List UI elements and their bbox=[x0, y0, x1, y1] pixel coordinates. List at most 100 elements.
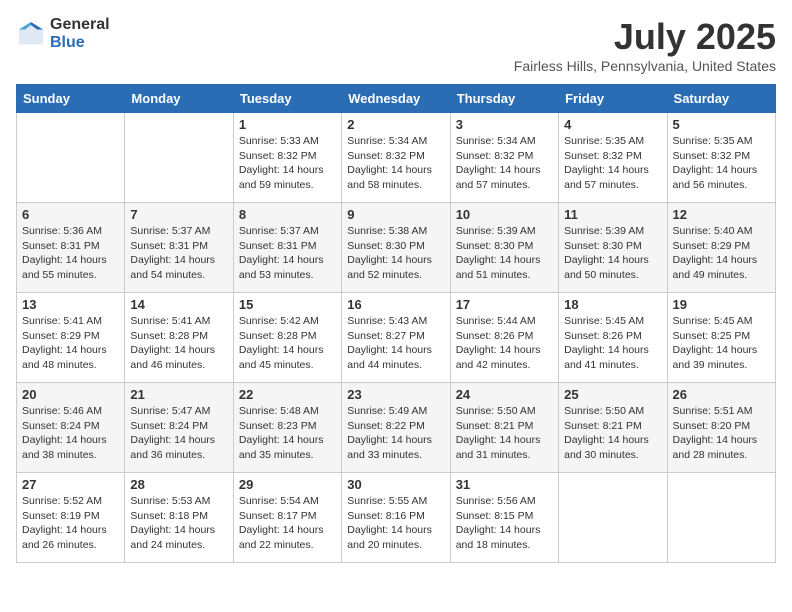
day-info: Sunrise: 5:43 AMSunset: 8:27 PMDaylight:… bbox=[347, 314, 444, 373]
calendar-cell: 10 Sunrise: 5:39 AMSunset: 8:30 PMDayligh… bbox=[450, 203, 558, 293]
day-info: Sunrise: 5:53 AMSunset: 8:18 PMDaylight:… bbox=[130, 494, 227, 553]
day-number: 9 bbox=[347, 207, 444, 222]
calendar-table: SundayMondayTuesdayWednesdayThursdayFrid… bbox=[16, 84, 776, 563]
logo: General Blue bbox=[16, 16, 110, 51]
day-info: Sunrise: 5:49 AMSunset: 8:22 PMDaylight:… bbox=[347, 404, 444, 463]
calendar-cell: 1 Sunrise: 5:33 AMSunset: 8:32 PMDaylight… bbox=[233, 113, 341, 203]
calendar-cell: 6Sunrise: 5:36 AMSunset: 8:31 PMDaylight… bbox=[17, 203, 125, 293]
calendar-cell: 28 Sunrise: 5:53 AMSunset: 8:18 PMDayligh… bbox=[125, 473, 233, 563]
logo-text: General Blue bbox=[50, 16, 110, 51]
day-number: 19 bbox=[673, 297, 770, 312]
day-info: Sunrise: 5:39 AMSunset: 8:30 PMDaylight:… bbox=[564, 224, 661, 283]
day-number: 10 bbox=[456, 207, 553, 222]
day-number: 8 bbox=[239, 207, 336, 222]
day-number: 17 bbox=[456, 297, 553, 312]
day-info: Sunrise: 5:35 AMSunset: 8:32 PMDaylight:… bbox=[564, 134, 661, 193]
calendar-cell: 25 Sunrise: 5:50 AMSunset: 8:21 PMDayligh… bbox=[559, 383, 667, 473]
day-info: Sunrise: 5:34 AMSunset: 8:32 PMDaylight:… bbox=[456, 134, 553, 193]
day-info: Sunrise: 5:37 AMSunset: 8:31 PMDaylight:… bbox=[239, 224, 336, 283]
calendar-cell bbox=[667, 473, 775, 563]
day-info: Sunrise: 5:50 AMSunset: 8:21 PMDaylight:… bbox=[456, 404, 553, 463]
day-number: 1 bbox=[239, 117, 336, 132]
day-number: 16 bbox=[347, 297, 444, 312]
day-info: Sunrise: 5:38 AMSunset: 8:30 PMDaylight:… bbox=[347, 224, 444, 283]
day-info: Sunrise: 5:44 AMSunset: 8:26 PMDaylight:… bbox=[456, 314, 553, 373]
weekday-header: Friday bbox=[559, 85, 667, 113]
day-info: Sunrise: 5:55 AMSunset: 8:16 PMDaylight:… bbox=[347, 494, 444, 553]
day-number: 20 bbox=[22, 387, 119, 402]
day-number: 3 bbox=[456, 117, 553, 132]
day-info: Sunrise: 5:47 AMSunset: 8:24 PMDaylight:… bbox=[130, 404, 227, 463]
day-number: 22 bbox=[239, 387, 336, 402]
day-number: 26 bbox=[673, 387, 770, 402]
calendar-cell: 30 Sunrise: 5:55 AMSunset: 8:16 PMDayligh… bbox=[342, 473, 450, 563]
calendar-cell: 8 Sunrise: 5:37 AMSunset: 8:31 PMDaylight… bbox=[233, 203, 341, 293]
calendar-cell: 23 Sunrise: 5:49 AMSunset: 8:22 PMDayligh… bbox=[342, 383, 450, 473]
day-info: Sunrise: 5:35 AMSunset: 8:32 PMDaylight:… bbox=[673, 134, 770, 193]
day-number: 21 bbox=[130, 387, 227, 402]
day-number: 7 bbox=[130, 207, 227, 222]
day-number: 6 bbox=[22, 207, 119, 222]
weekday-header: Tuesday bbox=[233, 85, 341, 113]
calendar-cell: 17 Sunrise: 5:44 AMSunset: 8:26 PMDayligh… bbox=[450, 293, 558, 383]
calendar-cell: 12 Sunrise: 5:40 AMSunset: 8:29 PMDayligh… bbox=[667, 203, 775, 293]
day-number: 13 bbox=[22, 297, 119, 312]
calendar-cell: 27 Sunrise: 5:52 AMSunset: 8:19 PMDayligh… bbox=[17, 473, 125, 563]
calendar-cell: 16 Sunrise: 5:43 AMSunset: 8:27 PMDayligh… bbox=[342, 293, 450, 383]
calendar-cell bbox=[125, 113, 233, 203]
calendar-cell: 18 Sunrise: 5:45 AMSunset: 8:26 PMDayligh… bbox=[559, 293, 667, 383]
day-info: Sunrise: 5:48 AMSunset: 8:23 PMDaylight:… bbox=[239, 404, 336, 463]
weekday-header: Thursday bbox=[450, 85, 558, 113]
day-info: Sunrise: 5:50 AMSunset: 8:21 PMDaylight:… bbox=[564, 404, 661, 463]
calendar-cell: 5 Sunrise: 5:35 AMSunset: 8:32 PMDaylight… bbox=[667, 113, 775, 203]
day-number: 28 bbox=[130, 477, 227, 492]
day-number: 27 bbox=[22, 477, 119, 492]
logo-general: General bbox=[50, 16, 110, 34]
weekday-header: Wednesday bbox=[342, 85, 450, 113]
calendar-cell: 7 Sunrise: 5:37 AMSunset: 8:31 PMDaylight… bbox=[125, 203, 233, 293]
day-number: 11 bbox=[564, 207, 661, 222]
logo-blue: Blue bbox=[50, 34, 110, 52]
day-info: Sunrise: 5:46 AMSunset: 8:24 PMDaylight:… bbox=[22, 404, 119, 463]
day-info: Sunrise: 5:33 AMSunset: 8:32 PMDaylight:… bbox=[239, 134, 336, 193]
day-number: 5 bbox=[673, 117, 770, 132]
day-info: Sunrise: 5:37 AMSunset: 8:31 PMDaylight:… bbox=[130, 224, 227, 283]
day-info: Sunrise: 5:56 AMSunset: 8:15 PMDaylight:… bbox=[456, 494, 553, 553]
weekday-header: Monday bbox=[125, 85, 233, 113]
day-number: 14 bbox=[130, 297, 227, 312]
calendar-cell: 21 Sunrise: 5:47 AMSunset: 8:24 PMDayligh… bbox=[125, 383, 233, 473]
location-subtitle: Fairless Hills, Pennsylvania, United Sta… bbox=[514, 58, 776, 74]
day-info: Sunrise: 5:41 AMSunset: 8:29 PMDaylight:… bbox=[22, 314, 119, 373]
logo-icon bbox=[16, 19, 46, 49]
day-info: Sunrise: 5:41 AMSunset: 8:28 PMDaylight:… bbox=[130, 314, 227, 373]
calendar-cell: 19Sunrise: 5:45 AMSunset: 8:25 PMDayligh… bbox=[667, 293, 775, 383]
calendar-cell: 29Sunrise: 5:54 AMSunset: 8:17 PMDayligh… bbox=[233, 473, 341, 563]
day-info: Sunrise: 5:54 AMSunset: 8:17 PMDaylight:… bbox=[239, 494, 336, 553]
calendar-cell: 13 Sunrise: 5:41 AMSunset: 8:29 PMDayligh… bbox=[17, 293, 125, 383]
calendar-cell: 14 Sunrise: 5:41 AMSunset: 8:28 PMDayligh… bbox=[125, 293, 233, 383]
day-number: 25 bbox=[564, 387, 661, 402]
day-info: Sunrise: 5:40 AMSunset: 8:29 PMDaylight:… bbox=[673, 224, 770, 283]
month-title: July 2025 bbox=[514, 16, 776, 58]
calendar-cell: 2 Sunrise: 5:34 AMSunset: 8:32 PMDaylight… bbox=[342, 113, 450, 203]
day-info: Sunrise: 5:34 AMSunset: 8:32 PMDaylight:… bbox=[347, 134, 444, 193]
day-number: 30 bbox=[347, 477, 444, 492]
day-number: 12 bbox=[673, 207, 770, 222]
calendar-cell: 31Sunrise: 5:56 AMSunset: 8:15 PMDayligh… bbox=[450, 473, 558, 563]
calendar-cell: 26Sunrise: 5:51 AMSunset: 8:20 PMDayligh… bbox=[667, 383, 775, 473]
day-info: Sunrise: 5:39 AMSunset: 8:30 PMDaylight:… bbox=[456, 224, 553, 283]
calendar-cell: 22 Sunrise: 5:48 AMSunset: 8:23 PMDayligh… bbox=[233, 383, 341, 473]
day-number: 18 bbox=[564, 297, 661, 312]
page-header: General Blue July 2025 Fairless Hills, P… bbox=[16, 16, 776, 74]
title-block: July 2025 Fairless Hills, Pennsylvania, … bbox=[514, 16, 776, 74]
calendar-cell: 20 Sunrise: 5:46 AMSunset: 8:24 PMDayligh… bbox=[17, 383, 125, 473]
day-number: 24 bbox=[456, 387, 553, 402]
day-number: 23 bbox=[347, 387, 444, 402]
calendar-cell: 15Sunrise: 5:42 AMSunset: 8:28 PMDayligh… bbox=[233, 293, 341, 383]
day-number: 4 bbox=[564, 117, 661, 132]
day-info: Sunrise: 5:45 AMSunset: 8:26 PMDaylight:… bbox=[564, 314, 661, 373]
weekday-header: Saturday bbox=[667, 85, 775, 113]
day-number: 2 bbox=[347, 117, 444, 132]
calendar-cell: 24 Sunrise: 5:50 AMSunset: 8:21 PMDayligh… bbox=[450, 383, 558, 473]
day-info: Sunrise: 5:52 AMSunset: 8:19 PMDaylight:… bbox=[22, 494, 119, 553]
